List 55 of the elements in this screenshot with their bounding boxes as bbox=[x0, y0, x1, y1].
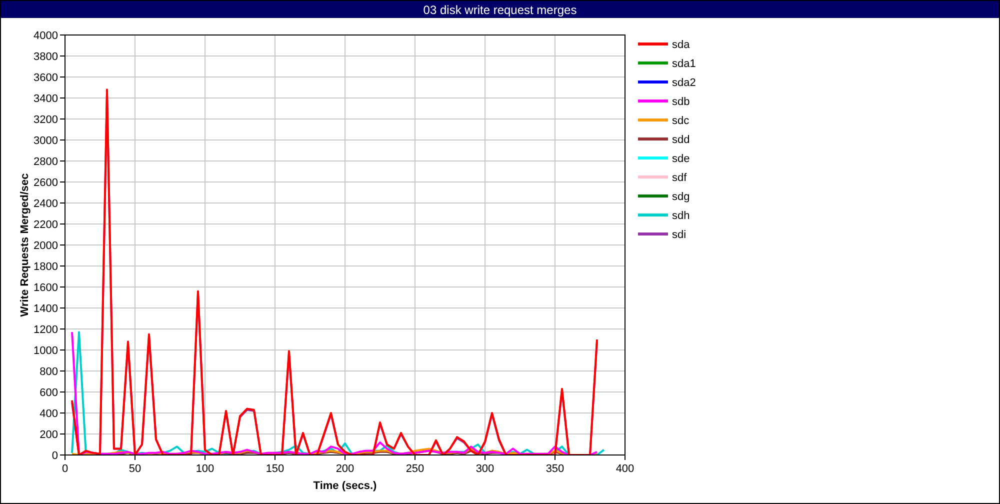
y-tick-label: 600 bbox=[40, 387, 58, 399]
y-tick-label: 1600 bbox=[34, 282, 58, 294]
legend-swatch bbox=[638, 232, 668, 236]
window-title: 03 disk write request merges bbox=[423, 2, 577, 16]
y-tick-label: 3000 bbox=[34, 135, 58, 147]
y-tick-label: 2800 bbox=[34, 156, 58, 168]
legend-swatch bbox=[638, 80, 668, 84]
x-tick-label: 400 bbox=[616, 463, 634, 475]
x-tick-label: 50 bbox=[128, 463, 142, 475]
x-tick-label: 0 bbox=[62, 463, 68, 475]
legend-swatch bbox=[638, 118, 668, 122]
legend-label: sdb bbox=[672, 96, 690, 108]
y-tick-label: 2600 bbox=[34, 177, 58, 189]
y-tick-label: 2000 bbox=[34, 240, 58, 252]
legend-label: sde bbox=[672, 153, 690, 165]
legend-swatch bbox=[638, 62, 668, 64]
legend-label: sdf bbox=[672, 172, 687, 184]
y-tick-label: 800 bbox=[40, 366, 58, 378]
legend-label: sdg bbox=[672, 191, 690, 203]
y-tick-label: 0 bbox=[52, 450, 58, 462]
y-tick-label: 1000 bbox=[34, 345, 58, 357]
legend-swatch bbox=[638, 156, 668, 160]
legend-label: sdi bbox=[672, 229, 686, 241]
x-tick-label: 100 bbox=[196, 463, 214, 475]
y-axis-title: Write Requests Merged/sec bbox=[19, 173, 31, 317]
legend-label: sda1 bbox=[672, 58, 696, 70]
x-tick-label: 250 bbox=[406, 463, 424, 475]
legend-label: sdd bbox=[672, 134, 690, 146]
y-tick-label: 3200 bbox=[34, 114, 58, 126]
legend-label: sdh bbox=[672, 210, 690, 222]
y-tick-label: 200 bbox=[40, 429, 58, 441]
legend-label: sda2 bbox=[672, 77, 696, 89]
legend-swatch bbox=[638, 194, 668, 198]
legend-swatch bbox=[638, 214, 668, 216]
legend-swatch bbox=[638, 176, 668, 178]
y-tick-label: 1200 bbox=[34, 324, 58, 336]
x-axis-title: Time (secs.) bbox=[313, 480, 377, 492]
y-tick-label: 2400 bbox=[34, 198, 58, 210]
y-tick-label: 400 bbox=[40, 408, 58, 420]
x-tick-label: 350 bbox=[546, 463, 564, 475]
x-tick-label: 150 bbox=[266, 463, 284, 475]
y-tick-label: 3600 bbox=[34, 72, 58, 84]
y-tick-label: 3800 bbox=[34, 51, 58, 63]
legend-label: sda bbox=[672, 39, 690, 51]
legend-swatch bbox=[638, 100, 668, 102]
legend-swatch bbox=[638, 138, 668, 140]
y-tick-label: 4000 bbox=[34, 30, 58, 42]
legend-swatch bbox=[638, 42, 668, 46]
y-tick-label: 1400 bbox=[34, 303, 58, 315]
legend-label: sdc bbox=[672, 115, 690, 127]
x-tick-label: 300 bbox=[476, 463, 494, 475]
y-tick-label: 3400 bbox=[34, 93, 58, 105]
y-tick-label: 2200 bbox=[34, 219, 58, 231]
y-tick-label: 1800 bbox=[34, 261, 58, 273]
x-tick-label: 200 bbox=[336, 463, 354, 475]
